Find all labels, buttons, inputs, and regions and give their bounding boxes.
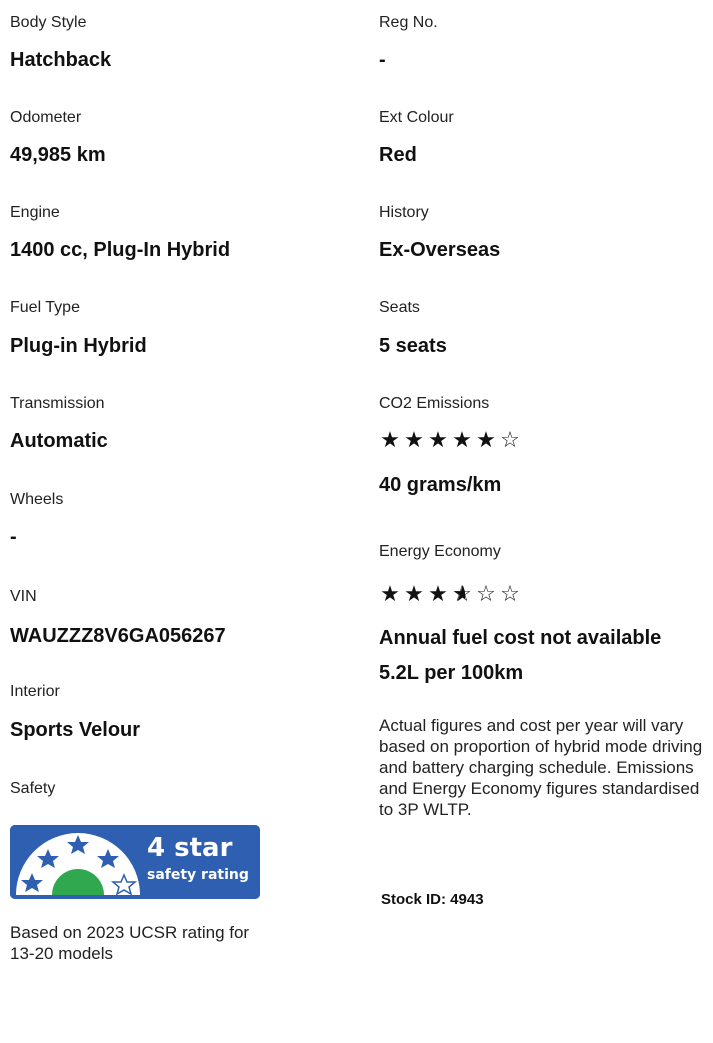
history-value: Ex-Overseas xyxy=(379,239,501,261)
safety-rating-badge: 4 star safety rating xyxy=(10,825,260,899)
seats-label: Seats xyxy=(379,299,420,316)
safety-label: Safety xyxy=(10,780,56,797)
star-filled-icon: ★ xyxy=(380,427,402,452)
odometer-value: 49,985 km xyxy=(10,144,106,166)
fuel-type-label: Fuel Type xyxy=(10,299,80,316)
star-half-icon: ☆ ★ xyxy=(452,581,474,606)
star-filled-icon: ★ xyxy=(452,427,474,452)
safety-badge-title: 4 star xyxy=(147,833,233,863)
co2-star-rating: ★ ★ ★ ★ ★ ☆ xyxy=(379,428,523,452)
stock-id: Stock ID: 4943 xyxy=(381,891,484,908)
transmission-value: Automatic xyxy=(10,430,108,452)
star-filled-icon: ★ xyxy=(404,427,426,452)
co2-value: 40 grams/km xyxy=(379,474,502,496)
interior-label: Interior xyxy=(10,683,60,700)
fuel-type-value: Plug-in Hybrid xyxy=(10,335,147,357)
safety-badge-subtitle: safety rating xyxy=(147,867,249,883)
vin-value: WAUZZZ8V6GA056267 xyxy=(10,625,226,647)
odometer-label: Odometer xyxy=(10,109,82,126)
seats-value: 5 seats xyxy=(379,335,447,357)
star-empty-icon: ☆ xyxy=(500,581,522,606)
safety-note: Based on 2023 UCSR rating for 13-20 mode… xyxy=(10,923,250,963)
star-filled-icon: ★ xyxy=(404,581,426,606)
body-style-value: Hatchback xyxy=(10,49,112,71)
ext-colour-value: Red xyxy=(379,144,417,166)
economy-disclaimer: Actual figures and cost per year will va… xyxy=(379,716,703,819)
star-empty-icon: ☆ xyxy=(476,581,498,606)
vin-label: VIN xyxy=(10,588,37,605)
star-empty-icon: ☆ xyxy=(500,427,522,452)
ext-colour-label: Ext Colour xyxy=(379,109,454,126)
wheels-value: - xyxy=(10,526,17,548)
transmission-label: Transmission xyxy=(10,395,105,412)
body-style-label: Body Style xyxy=(10,14,87,31)
fuel-consumption: 5.2L per 100km xyxy=(379,662,524,684)
star-filled-icon: ★ xyxy=(428,581,450,606)
reg-no-value: - xyxy=(379,49,386,71)
star-filled-icon: ★ xyxy=(476,427,498,452)
annual-fuel-cost: Annual fuel cost not available xyxy=(379,627,662,649)
reg-no-label: Reg No. xyxy=(379,14,438,31)
star-filled-icon: ★ xyxy=(380,581,402,606)
history-label: History xyxy=(379,204,429,221)
engine-value: 1400 cc, Plug-In Hybrid xyxy=(10,239,231,261)
co2-label: CO2 Emissions xyxy=(379,395,490,412)
engine-label: Engine xyxy=(10,204,60,221)
energy-economy-star-rating: ★ ★ ★ ☆ ★ ☆ ☆ xyxy=(379,582,523,606)
wheels-label: Wheels xyxy=(10,491,64,508)
interior-value: Sports Velour xyxy=(10,719,141,741)
energy-economy-label: Energy Economy xyxy=(379,543,501,560)
star-filled-icon: ★ xyxy=(428,427,450,452)
